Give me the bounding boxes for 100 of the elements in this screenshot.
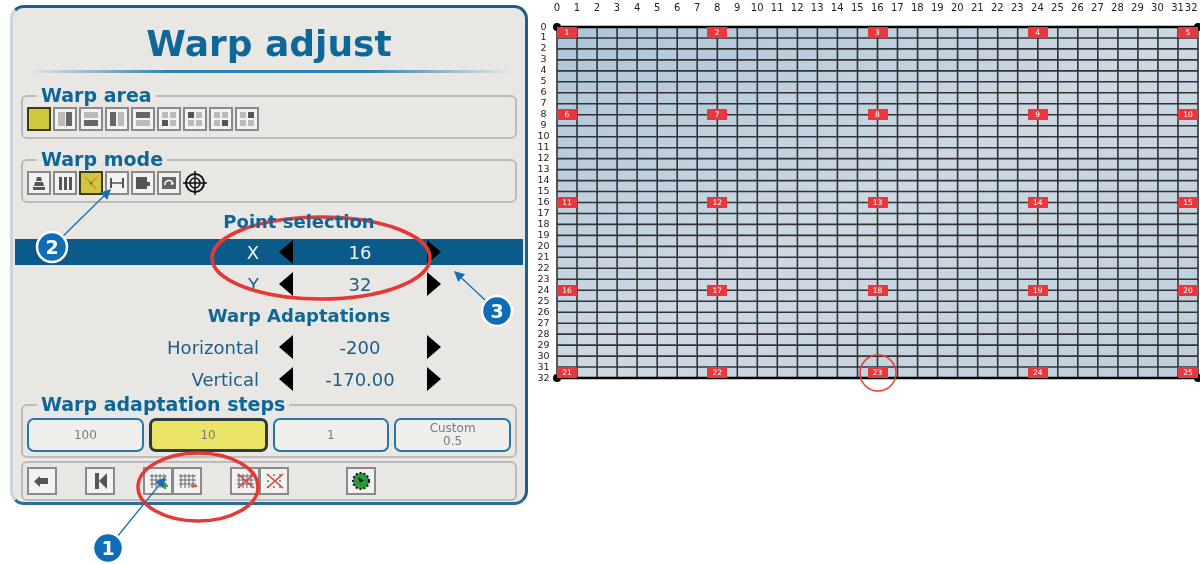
column-number: 13 <box>809 1 825 15</box>
decrease-arrow[interactable] <box>279 367 293 391</box>
row-number: 23 <box>536 273 551 285</box>
column-number: 11 <box>769 1 785 15</box>
keystone-icon <box>31 175 47 191</box>
grid-add-icon <box>148 471 168 491</box>
column-number: 23 <box>1010 1 1025 15</box>
layout-icon <box>109 111 125 127</box>
area-option[interactable] <box>183 107 207 131</box>
area-option[interactable] <box>105 107 129 131</box>
toolbar-button[interactable] <box>346 467 376 495</box>
section-legend: Warp mode <box>37 149 168 169</box>
grid-dots-icon <box>264 471 284 491</box>
layout-icon <box>187 111 203 127</box>
area-option[interactable] <box>131 107 155 131</box>
row-number: 0 <box>539 21 548 33</box>
layout-icon <box>57 111 73 127</box>
callout-badge: 3 <box>480 294 514 328</box>
column-number: 5 <box>652 1 662 15</box>
field-value: -170.00 <box>324 367 396 392</box>
row-number: 11 <box>536 142 551 154</box>
field-label: X <box>245 240 259 265</box>
area-option[interactable] <box>209 107 233 131</box>
row-number: 7 <box>539 98 548 110</box>
column-number: 17 <box>889 1 905 15</box>
field-value: 32 <box>347 272 373 297</box>
column-number: 32 <box>1187 1 1198 15</box>
row-number: 9 <box>539 120 548 132</box>
layout-icon <box>239 111 255 127</box>
row-number: 30 <box>536 350 551 362</box>
column-number: 4 <box>632 1 642 15</box>
column-number: 18 <box>909 1 925 15</box>
row-number: 2 <box>539 43 548 55</box>
step-button[interactable]: 100 <box>27 418 144 452</box>
decrease-arrow[interactable] <box>279 335 293 359</box>
column-number: 8 <box>712 1 722 15</box>
row-number: 25 <box>536 295 551 307</box>
row-number: 17 <box>536 207 551 219</box>
increase-arrow[interactable] <box>427 272 441 296</box>
toolbar-button[interactable] <box>85 467 115 495</box>
row-number: 27 <box>536 317 551 329</box>
crosshair-button[interactable] <box>183 171 207 195</box>
mode-option[interactable] <box>131 171 155 195</box>
increase-arrow[interactable] <box>427 335 441 359</box>
row-number: 15 <box>536 186 551 197</box>
rotate-icon <box>161 175 177 191</box>
column-number: 21 <box>969 1 985 15</box>
row-number: 28 <box>536 328 551 340</box>
section-legend: Warp adaptation steps <box>37 394 290 414</box>
column-number: 2 <box>592 1 602 15</box>
row-number: 12 <box>536 153 551 165</box>
column-number: 27 <box>1090 1 1105 15</box>
mode-option[interactable] <box>27 171 51 195</box>
column-number: 12 <box>789 1 805 15</box>
column-number: 22 <box>990 1 1005 15</box>
gear-icon <box>351 471 371 491</box>
row-number: 24 <box>536 284 551 296</box>
row-number: 18 <box>536 218 551 230</box>
row-number: 6 <box>539 87 548 99</box>
row-number: 29 <box>536 339 551 351</box>
grid-reset-icon <box>235 471 255 491</box>
section-legend: Warp area <box>37 85 156 105</box>
field-label: Horizontal <box>166 335 259 360</box>
crosshair-icon <box>183 171 207 195</box>
column-number: 0 <box>552 1 562 15</box>
row-number: 32 <box>536 372 551 384</box>
column-number: 10 <box>749 1 765 15</box>
step-button[interactable]: Custom 0.5 <box>394 418 511 452</box>
column-number: 9 <box>732 1 742 15</box>
grid-remove-icon <box>177 471 197 491</box>
step-button[interactable]: 10 <box>148 418 268 452</box>
field-value: 16 <box>347 240 373 265</box>
area-option[interactable] <box>79 107 103 131</box>
area-option[interactable] <box>53 107 77 131</box>
bars-icon <box>57 175 73 191</box>
mode-option[interactable] <box>53 171 77 195</box>
decrease-arrow[interactable] <box>279 272 293 296</box>
column-number: 1 <box>572 1 582 15</box>
column-number: 30 <box>1150 1 1165 15</box>
increase-arrow[interactable] <box>427 367 441 391</box>
column-number: 29 <box>1130 1 1145 15</box>
row-number: 4 <box>539 65 548 77</box>
step-button[interactable]: 1 <box>272 418 390 452</box>
column-number: 19 <box>929 1 945 15</box>
area-option[interactable] <box>235 107 259 131</box>
shift-block-icon <box>135 175 151 191</box>
row-number: 26 <box>536 306 551 318</box>
row-number: 8 <box>539 109 548 121</box>
area-option[interactable] <box>157 107 181 131</box>
area-option[interactable] <box>27 107 51 131</box>
mode-option[interactable] <box>105 171 129 195</box>
mode-option[interactable] <box>157 171 181 195</box>
row-number: 3 <box>539 54 548 66</box>
row-number: 10 <box>536 131 551 143</box>
field-value: -200 <box>338 335 382 360</box>
column-number: 14 <box>829 1 845 15</box>
mode-option[interactable] <box>79 171 103 195</box>
layout-icon <box>213 111 229 127</box>
toolbar-button[interactable] <box>27 467 57 495</box>
column-number: 24 <box>1030 1 1045 15</box>
